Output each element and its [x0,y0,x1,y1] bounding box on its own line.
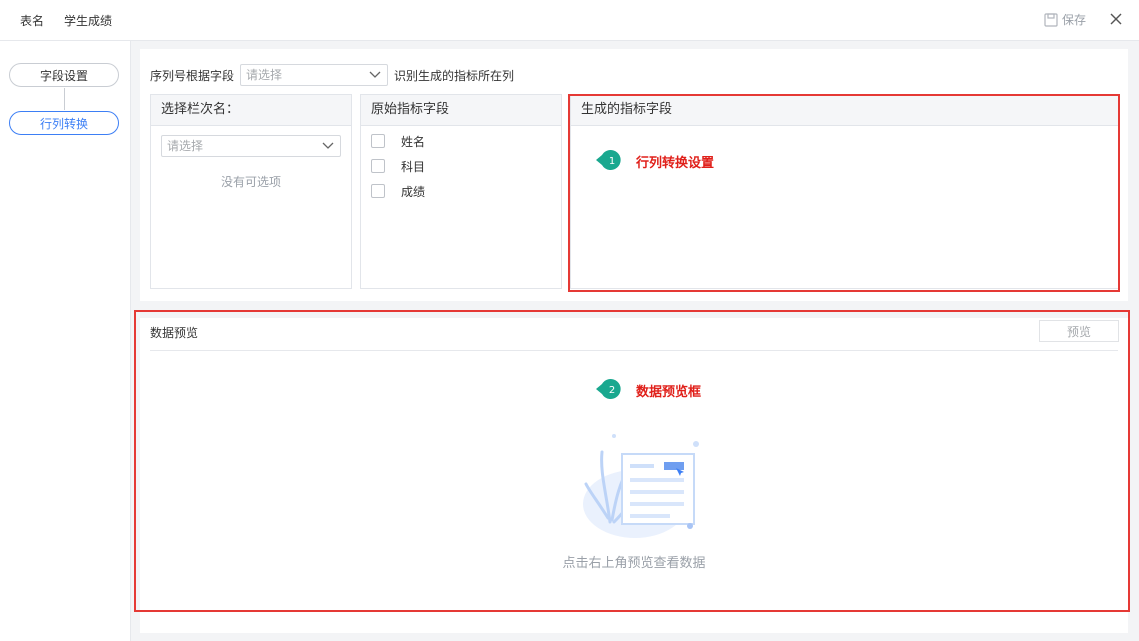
original-fields-list: 原始指标字段 姓名 科目 成绩 [360,94,562,289]
table-name-label: 表名 [20,14,45,28]
sequence-suffix: 识别生成的指标所在列 [394,68,515,83]
column-name-select[interactable]: 请选择 [161,135,341,157]
field-checkbox-row[interactable]: 成绩 [371,182,425,200]
sequence-field-select[interactable]: 请选择 [240,64,389,86]
transform-config-panel: 序列号根据字段 请选择 识别生成的指标所在列 选择栏次名： 请选择 没有可选项 … [140,49,1128,301]
empty-data-illustration [583,434,699,538]
sequence-label: 序列号根据字段 [150,68,235,83]
preview-button[interactable]: 预览 [1039,320,1119,342]
checkbox[interactable] [371,134,385,148]
chevron-down-icon [322,142,334,149]
save-icon [1044,12,1058,27]
preview-title: 数据预览 [150,326,199,340]
annotation-label: 数据预览框 [636,385,702,400]
chevron-down-icon [369,71,381,78]
preview-button-label: 预览 [1066,324,1091,339]
data-preview-panel: 数据预览 预览 点击右上角预览查看数据 [140,318,1128,633]
annotation-badge: 2 [596,379,621,399]
step-label: 行列转换 [39,116,88,131]
annotation-label: 行列转换设置 [636,156,715,171]
table-name-value: 学生成绩 [64,14,113,28]
field-checkbox-row[interactable]: 姓名 [371,132,425,150]
column-header: 生成的指标字段 [571,95,1119,126]
save-button[interactable]: 保存 [1044,11,1086,28]
field-checkbox-row[interactable]: 科目 [371,157,425,175]
top-bar: 表名 学生成绩 保存 [0,0,1139,41]
step-row-column-transform[interactable]: 行列转换 [9,111,119,135]
field-label: 科目 [401,159,426,174]
main-area: 序列号根据字段 请选择 识别生成的指标所在列 选择栏次名： 请选择 没有可选项 … [131,41,1139,641]
step-field-settings[interactable]: 字段设置 [9,63,119,87]
close-icon[interactable] [1109,12,1123,26]
no-options-text: 没有可选项 [220,175,281,189]
column-header: 原始指标字段 [361,95,561,126]
column-name-selector: 选择栏次名： 请选择 没有可选项 [150,94,352,289]
field-label: 姓名 [401,134,426,149]
sidebar: 字段设置 行列转换 [0,41,131,641]
annotation-number: 2 [609,385,615,396]
divider [150,350,1118,351]
annotation-number: 1 [609,156,615,167]
step-connector [64,88,65,110]
sequence-row: 序列号根据字段 请选择 识别生成的指标所在列 [150,63,514,87]
save-label: 保存 [1062,13,1087,27]
checkbox[interactable] [371,159,385,173]
empty-preview-hint: 点击右上角预览查看数据 [562,556,706,571]
column-header: 选择栏次名： [151,95,351,126]
column-name-placeholder: 请选择 [167,139,204,153]
field-label: 成绩 [401,184,426,199]
step-label: 字段设置 [39,68,88,83]
generated-fields-panel: 生成的指标字段 [570,94,1120,289]
annotation-badge: 1 [596,150,621,170]
checkbox[interactable] [371,184,385,198]
sequence-placeholder: 请选择 [246,68,283,82]
